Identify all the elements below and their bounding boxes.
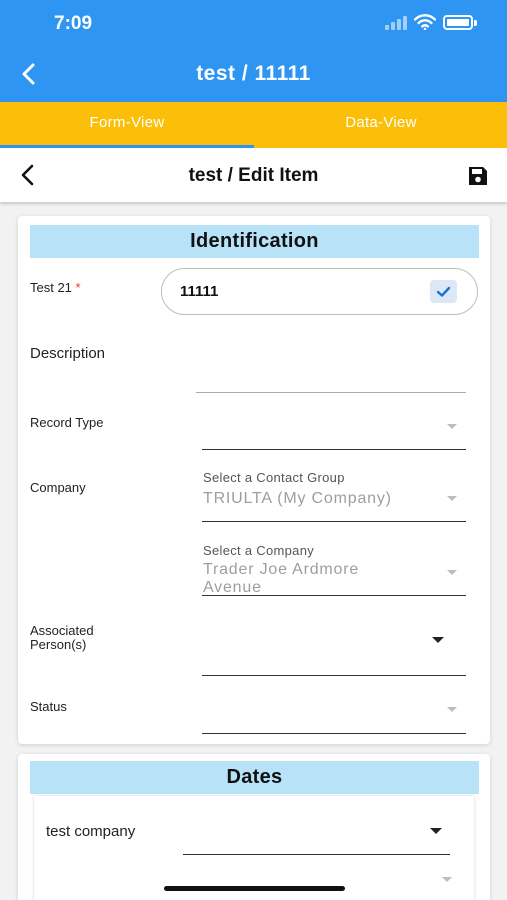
tab-form-view[interactable]: Form-View (0, 102, 254, 148)
contact-group-value: TRIULTA (My Company) (203, 490, 392, 507)
dates-inner-card (34, 796, 474, 900)
required-marker: * (75, 280, 81, 295)
edit-title: test / Edit Item (188, 165, 319, 186)
associated-dropdown-icon[interactable] (432, 637, 444, 643)
check-icon (436, 286, 451, 297)
company-dropdown-icon[interactable] (447, 570, 457, 575)
app-bar: test / 11111 (0, 46, 507, 102)
status-bar: 7:09 (0, 0, 507, 46)
associated-label-line1: Associated (30, 623, 94, 638)
tab-data-view[interactable]: Data-View (254, 102, 507, 148)
home-indicator (164, 886, 345, 891)
battery-tip (474, 20, 477, 26)
battery-icon (443, 15, 473, 30)
status-label: Status (30, 699, 67, 714)
dates-company-select[interactable] (183, 854, 450, 855)
test21-label: Test 21 * (30, 280, 81, 295)
app-bar-title: test / 11111 (196, 62, 311, 85)
dates-company-dropdown-icon[interactable] (430, 828, 442, 834)
test21-input[interactable]: 11111 (161, 268, 478, 315)
cellular-signal-icon (385, 16, 409, 30)
confirm-button[interactable] (430, 280, 457, 303)
description-input[interactable] (196, 392, 466, 393)
status-time: 7:09 (54, 13, 93, 34)
wifi-icon (414, 14, 436, 30)
status-dropdown-icon[interactable] (447, 707, 457, 712)
contact-group-helper: Select a Contact Group (203, 470, 345, 485)
associated-label-line2: Person(s) (30, 637, 87, 652)
record-type-dropdown-icon[interactable] (447, 424, 457, 429)
test21-label-text: Test 21 (30, 280, 72, 295)
status-select[interactable] (202, 733, 466, 734)
company-select[interactable] (202, 595, 466, 596)
company-select-helper: Select a Company (203, 543, 315, 558)
dates-company-label: test company (46, 823, 136, 840)
record-type-select[interactable] (202, 449, 466, 450)
associated-persons-label: Associated Person(s) (30, 624, 94, 652)
contact-group-select[interactable] (202, 521, 466, 522)
company-label: Company (30, 480, 86, 495)
identification-heading: Identification (30, 225, 479, 258)
view-tabs: Form-View Data-View (0, 102, 507, 148)
company-select-value-line1: Trader Joe Ardmore (203, 561, 360, 578)
associated-persons-select[interactable] (202, 675, 466, 676)
dates-heading: Dates (30, 761, 479, 794)
dates-next-dropdown-icon[interactable] (442, 877, 452, 882)
save-icon[interactable] (466, 164, 490, 188)
description-label: Description (30, 345, 106, 362)
test21-value: 11111 (180, 283, 219, 300)
edit-header: test / Edit Item (0, 148, 507, 202)
contact-group-dropdown-icon[interactable] (447, 496, 457, 501)
record-type-label: Record Type (30, 415, 104, 430)
